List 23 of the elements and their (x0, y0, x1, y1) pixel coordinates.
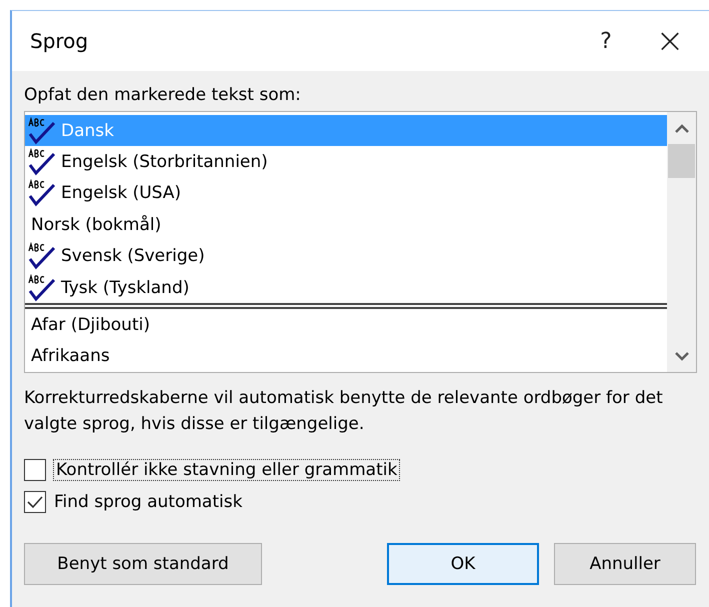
language-item[interactable]: Afar (Djibouti) (25, 309, 667, 341)
scroll-up-icon[interactable] (674, 124, 688, 132)
scroll-down-icon[interactable] (674, 352, 688, 360)
checkbox-label[interactable]: Kontrollér ikke stavning eller grammatik (54, 460, 400, 480)
language-item[interactable]: Svensk (Sverige) (25, 240, 667, 272)
window-title: Sprog (30, 29, 90, 53)
scroll-thumb[interactable] (668, 144, 695, 178)
checkbox-label[interactable]: Find sprog automatisk (54, 492, 242, 512)
language-item[interactable]: Engelsk (USA) (25, 178, 667, 210)
info-text: Korrekturredskaberne vil automatisk benytte de relevante ordbøger for det valgte sprog, hvis disse er tilgængelige. (24, 387, 664, 436)
list-label: Opfat den markerede tekst som: (24, 85, 302, 105)
checkbox[interactable] (24, 491, 46, 513)
language-item[interactable]: Tysk (Tyskland) (25, 272, 667, 304)
scrollbar[interactable] (667, 112, 696, 372)
close-button[interactable]: × (645, 21, 695, 61)
language-item[interactable]: Engelsk (Storbritannien) (25, 146, 667, 178)
checkbox[interactable] (24, 459, 46, 481)
language-item[interactable]: Norsk (bokmål) (25, 209, 667, 240)
language-item[interactable]: Afrikaans (25, 340, 667, 372)
help-button[interactable]: ? (581, 21, 631, 61)
dialog-button[interactable]: Annuller (554, 543, 696, 585)
dialog-button[interactable]: Benyt som standard (24, 543, 262, 585)
dialog-button[interactable]: OK (387, 543, 539, 585)
